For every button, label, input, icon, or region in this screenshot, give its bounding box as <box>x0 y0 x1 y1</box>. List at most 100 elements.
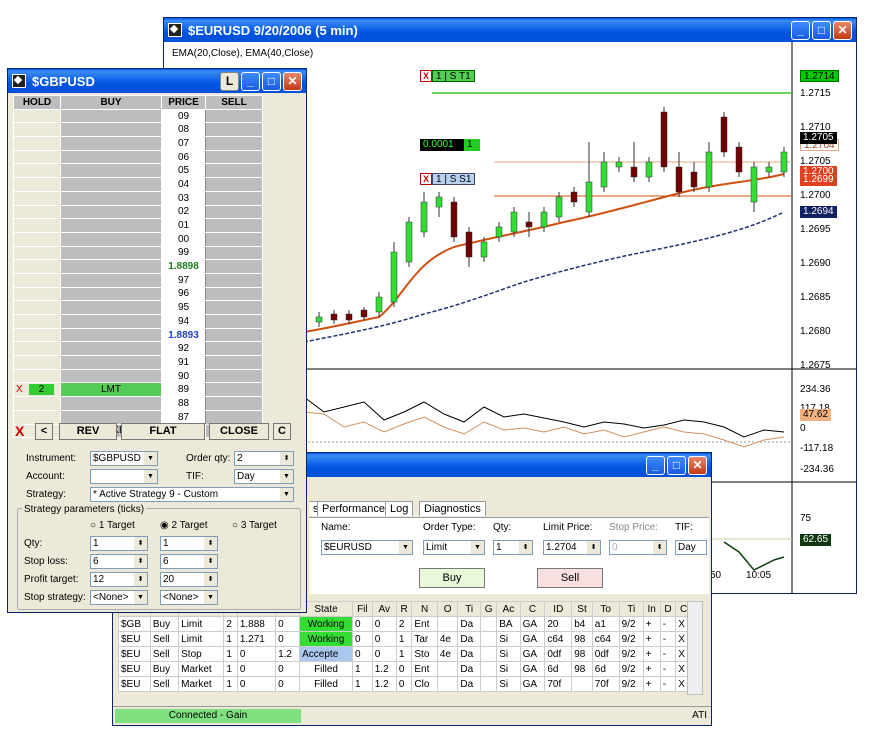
hold-cell[interactable] <box>13 396 61 411</box>
buy-cell[interactable] <box>60 300 162 315</box>
profit-target-1-stepper[interactable]: 12 ⬍ <box>90 572 148 587</box>
stop-loss-2-stepper[interactable]: 6 ⬍ <box>160 554 218 569</box>
maximize-icon[interactable]: □ <box>262 71 281 91</box>
target-order-marker[interactable]: X 1 | S T1 <box>420 70 475 82</box>
column-header[interactable]: Fil <box>351 601 373 617</box>
hold-cell[interactable] <box>13 218 61 233</box>
hold-cell[interactable] <box>13 136 61 151</box>
column-header[interactable]: Ti <box>457 601 481 617</box>
hold-cell[interactable] <box>13 355 61 370</box>
link-icon[interactable]: L <box>220 71 239 91</box>
buy-cell[interactable] <box>60 368 162 384</box>
sell-cell[interactable] <box>205 136 263 151</box>
chevron-down-icon[interactable]: ▼ <box>280 488 293 501</box>
sell-cell[interactable] <box>205 341 263 357</box>
table-row[interactable]: $EU Sell Stop 1 0 1.2 Accepte 0 0 1 Sto 4e Da Si GA 0df… <box>118 646 692 662</box>
hold-cell[interactable] <box>13 286 61 302</box>
buy-cell[interactable] <box>60 163 162 179</box>
sell-cell[interactable] <box>205 327 263 343</box>
column-header[interactable]: St <box>571 601 593 617</box>
buy-cell[interactable] <box>60 149 162 165</box>
maximize-icon[interactable]: □ <box>667 455 686 475</box>
buy-cell[interactable] <box>60 218 162 233</box>
sell-cell[interactable] <box>205 204 263 220</box>
sell-cell[interactable] <box>205 396 263 411</box>
buy-cell[interactable] <box>60 396 162 411</box>
chevron-down-icon[interactable]: ▼ <box>144 452 157 465</box>
hold-cell[interactable]: X2 <box>13 382 61 398</box>
position-marker[interactable]: 0.0001 1 <box>420 139 480 151</box>
maximize-icon[interactable]: □ <box>812 20 831 40</box>
hold-cell[interactable] <box>13 409 61 425</box>
sell-cell[interactable] <box>205 177 263 192</box>
stop-price-stepper[interactable]: 0 ⬍ <box>609 540 667 555</box>
account-dropdown[interactable]: ▼ <box>90 469 158 484</box>
column-header[interactable]: In <box>642 601 661 617</box>
column-header[interactable]: Ac <box>496 601 521 617</box>
spin-icon[interactable]: ⬍ <box>204 537 217 550</box>
chevron-down-icon[interactable]: ▼ <box>471 541 484 554</box>
buy-cell[interactable] <box>60 122 162 138</box>
spin-icon[interactable]: ⬍ <box>134 537 147 550</box>
price-ladder[interactable]: HOLD BUY PRICE SELL 09 08 07 06 05 04 03 02 01 00 99 1.… <box>13 95 263 439</box>
hold-cell[interactable] <box>13 204 61 220</box>
hold-cell[interactable] <box>13 149 61 165</box>
minimize-icon[interactable]: _ <box>241 71 260 91</box>
hold-cell[interactable] <box>13 177 61 192</box>
order-qty-stepper[interactable]: 2 ⬍ <box>234 451 294 466</box>
stop-strategy-1-dropdown[interactable]: <None> ▼ <box>90 590 148 605</box>
spin-icon[interactable]: ⬍ <box>653 541 666 554</box>
stop-loss-1-stepper[interactable]: 6 ⬍ <box>90 554 148 569</box>
buy-cell[interactable] <box>60 286 162 302</box>
left-button[interactable]: < <box>35 423 53 440</box>
chevron-down-icon[interactable]: ▼ <box>280 470 293 483</box>
scrollbar[interactable] <box>687 601 703 695</box>
column-header[interactable]: D <box>659 601 677 617</box>
column-header[interactable]: State <box>299 601 353 617</box>
chevron-down-icon[interactable]: ▼ <box>144 470 157 483</box>
chevron-down-icon[interactable]: ▼ <box>134 591 147 604</box>
profit-target-2-stepper[interactable]: 20 ⬍ <box>160 572 218 587</box>
order-type-dropdown[interactable]: Limit ▼ <box>423 540 485 555</box>
hold-cell[interactable] <box>13 108 61 124</box>
sell-cell[interactable] <box>205 163 263 179</box>
spin-icon[interactable]: ⬍ <box>134 555 147 568</box>
spin-icon[interactable]: ⬍ <box>204 573 217 586</box>
buy-cell[interactable] <box>60 259 162 274</box>
sell-cell[interactable] <box>205 190 263 206</box>
chart-titlebar[interactable]: $EURUSD 9/20/2006 (5 min) _ □ ✕ <box>164 18 856 42</box>
sell-cell[interactable] <box>205 259 263 274</box>
buy-cell[interactable] <box>60 341 162 357</box>
sell-button[interactable]: Sell <box>537 568 603 588</box>
buy-cell[interactable] <box>60 327 162 343</box>
chevron-down-icon[interactable]: ▼ <box>399 541 412 554</box>
buy-cell[interactable] <box>60 272 162 288</box>
instrument-dropdown[interactable]: $GBPUSD ▼ <box>90 451 158 466</box>
table-row[interactable]: $EU Buy Market 1 0 0 Filled 1 1.2 0 Ent Da Si GA 6d 98 6… <box>118 661 692 677</box>
hold-cell[interactable] <box>13 245 61 261</box>
name-dropdown[interactable]: $EURUSD ▼ <box>321 540 413 555</box>
table-row[interactable]: $EU Sell Market 1 0 0 Filled 1 1.2 0 Clo Da Si GA 70f 7… <box>118 676 692 692</box>
minimize-icon[interactable]: _ <box>791 20 810 40</box>
cancel-all-icon[interactable]: X <box>15 423 24 439</box>
sell-cell[interactable] <box>205 314 263 329</box>
table-row[interactable]: $EU Sell Limit 1 1.271 0 Working 0 0 1 Tar 4e Da Si GA… <box>118 631 692 647</box>
column-header[interactable]: G <box>479 601 498 617</box>
hold-cell[interactable] <box>13 190 61 206</box>
spin-icon[interactable]: ⬍ <box>204 555 217 568</box>
buy-cell[interactable] <box>60 245 162 261</box>
column-header[interactable]: O <box>436 601 459 617</box>
spin-icon[interactable]: ⬍ <box>519 541 532 554</box>
hold-cell[interactable] <box>13 122 61 138</box>
sell-cell[interactable] <box>205 122 263 138</box>
buy-cell[interactable] <box>60 204 162 220</box>
flatten-button[interactable]: FLAT <box>121 423 205 440</box>
close-icon[interactable]: ✕ <box>688 455 707 475</box>
table-row[interactable]: $GB Buy Limit 2 1.888 0 Working 0 0 2 Ent Da BA GA 20 b… <box>118 616 692 632</box>
column-header[interactable]: Ti <box>618 601 644 617</box>
column-header[interactable]: Av <box>371 601 397 617</box>
radio-3-target[interactable]: ○ 3 Target <box>232 520 277 531</box>
dom-titlebar[interactable]: $GBPUSD L _ □ ✕ <box>8 69 306 93</box>
sell-cell[interactable] <box>205 231 263 247</box>
qty-stepper[interactable]: 1 ⬍ <box>493 540 533 555</box>
